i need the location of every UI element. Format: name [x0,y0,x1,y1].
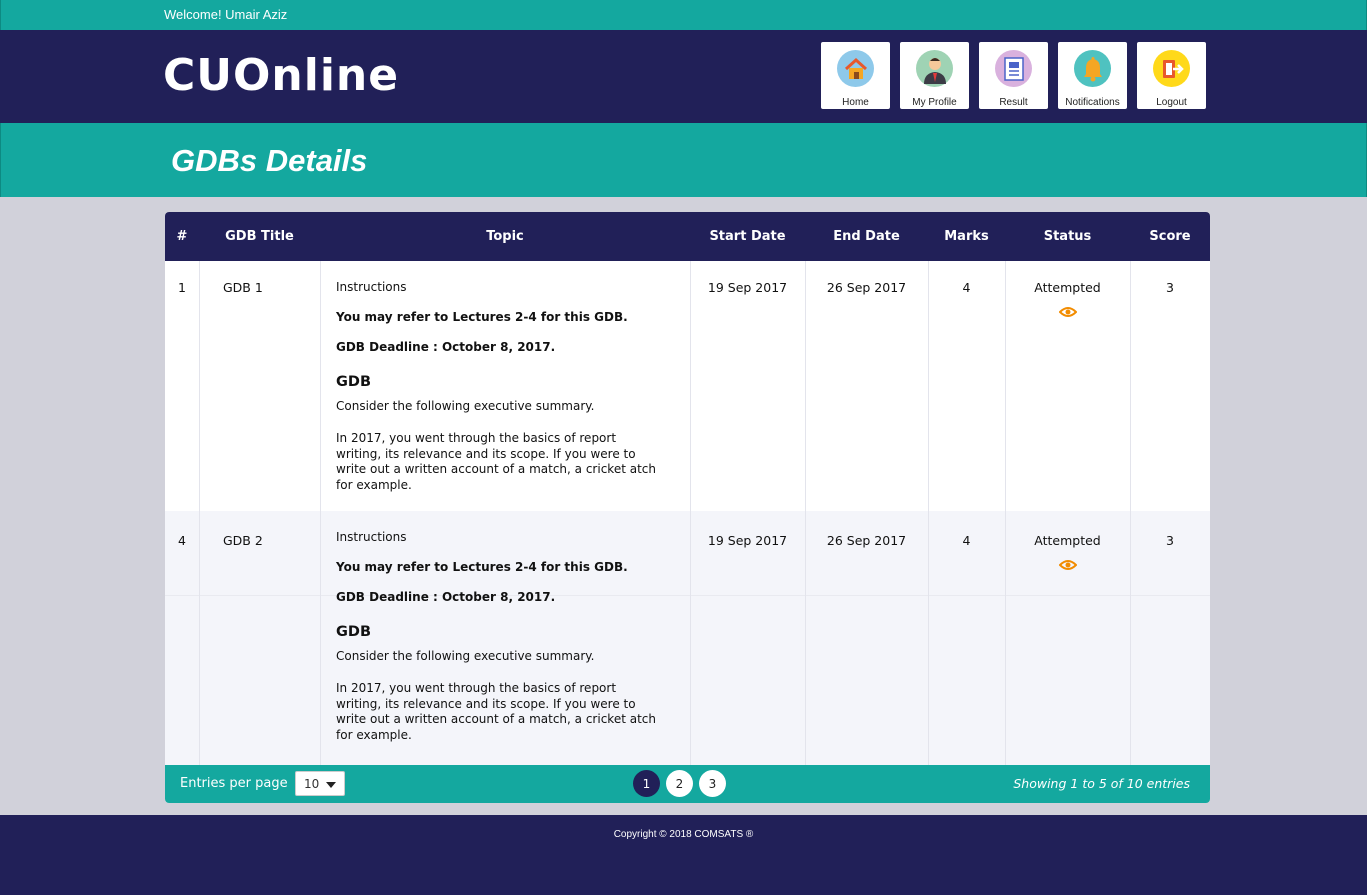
result-button[interactable]: Result [979,42,1048,109]
logout-button[interactable]: Logout [1137,42,1206,109]
col-header-status: Status [1043,229,1092,244]
gdb-title: GDB 1 [223,280,263,295]
top-nav: Home My Profile Result Notifications Log… [821,42,1206,109]
my-profile-button[interactable]: My Profile [900,42,969,109]
showing-entries-text: Showing 1 to 5 of 10 entries [1013,776,1190,791]
start-date: 19 Sep 2017 [707,533,788,548]
my-profile-label: My Profile [912,97,957,108]
topic-heading: GDB [336,623,371,640]
row-number: 4 [178,533,186,548]
welcome-bar: Welcome! Umair Aziz [0,0,1367,30]
chevron-down-icon [326,782,336,788]
status: Attempted [1034,533,1101,548]
col-header-title: GDB Title [225,229,294,244]
topic-body: In 2017, you went through the basics of … [336,681,656,742]
result-label: Result [999,97,1028,108]
end-date: 26 Sep 2017 [826,533,907,548]
cuonline-logo[interactable]: CUOnline [163,48,399,104]
start-date: 19 Sep 2017 [707,280,788,295]
bell-icon [1074,50,1111,87]
score: 3 [1166,280,1174,295]
profile-icon [916,50,953,87]
table-row [165,511,1210,765]
col-divider [1130,261,1131,765]
topic-deadline: GDB Deadline : October 8, 2017. [336,339,556,354]
marks: 4 [962,533,971,548]
notifications-button[interactable]: Notifications [1058,42,1127,109]
topic-deadline: GDB Deadline : October 8, 2017. [336,589,556,604]
score: 3 [1166,533,1174,548]
col-divider [690,261,691,765]
col-header-number: # [176,229,188,244]
page-footer: Copyright © 2018 COMSATS ® [0,815,1367,895]
end-date: 26 Sep 2017 [826,280,907,295]
col-header-marks: Marks [944,229,989,244]
table-row [165,261,1210,511]
col-divider [199,261,200,765]
col-header-start-date: Start Date [709,229,786,244]
col-header-score: Score [1149,229,1191,244]
col-divider [805,261,806,765]
gdb-title: GDB 2 [223,533,263,548]
col-divider [320,261,321,765]
entries-per-page-label: Entries per page [180,776,288,791]
entries-per-page-select[interactable]: 10 [295,771,345,796]
page-button-3[interactable]: 3 [699,770,726,797]
col-header-topic: Topic [486,229,524,244]
home-button[interactable]: Home [821,42,890,109]
topic-cell: Instructions You may refer to Lectures 2… [336,280,676,493]
col-header-end-date: End Date [833,229,900,244]
topic-cell: Instructions You may refer to Lectures 2… [336,530,676,743]
col-divider [1005,261,1006,765]
row-divider [165,595,1210,596]
result-icon [995,50,1032,87]
topic-heading: GDB [336,373,371,390]
page-button-2[interactable]: 2 [666,770,693,797]
col-divider [928,261,929,765]
table-header: # GDB Title Topic Start Date End Date Ma… [165,212,1210,261]
gdb-table: # GDB Title Topic Start Date End Date Ma… [165,212,1210,803]
logout-label: Logout [1156,97,1187,108]
notifications-label: Notifications [1065,97,1120,108]
topic-refer: You may refer to Lectures 2-4 for this G… [336,559,628,574]
topic-refer: You may refer to Lectures 2-4 for this G… [336,309,628,324]
home-label: Home [842,97,869,108]
welcome-text: Welcome! Umair Aziz [164,7,288,22]
title-band: GDBs Details [0,123,1367,197]
header: CUOnline Home My Profile Result Notifica… [0,30,1367,123]
topic-consider: Consider the following executive summary… [336,648,595,663]
table-footer: Entries per page 10 1 2 3 Showing 1 to 5… [165,765,1210,803]
marks: 4 [962,280,971,295]
view-eye-icon[interactable] [1059,559,1077,571]
topic-instructions: Instructions [336,530,407,544]
view-eye-icon[interactable] [1059,306,1077,318]
topic-instructions: Instructions [336,280,407,294]
page-title: GDBs Details [171,143,368,178]
logout-icon [1153,50,1190,87]
status: Attempted [1034,280,1101,295]
pagination: 1 2 3 [633,770,726,797]
row-number: 1 [178,280,186,295]
copyright-text: Copyright © 2018 COMSATS ® [613,829,754,840]
page-button-1[interactable]: 1 [633,770,660,797]
home-icon [837,50,874,87]
topic-body: In 2017, you went through the basics of … [336,431,656,492]
entries-value: 10 [304,777,320,791]
topic-consider: Consider the following executive summary… [336,398,595,413]
